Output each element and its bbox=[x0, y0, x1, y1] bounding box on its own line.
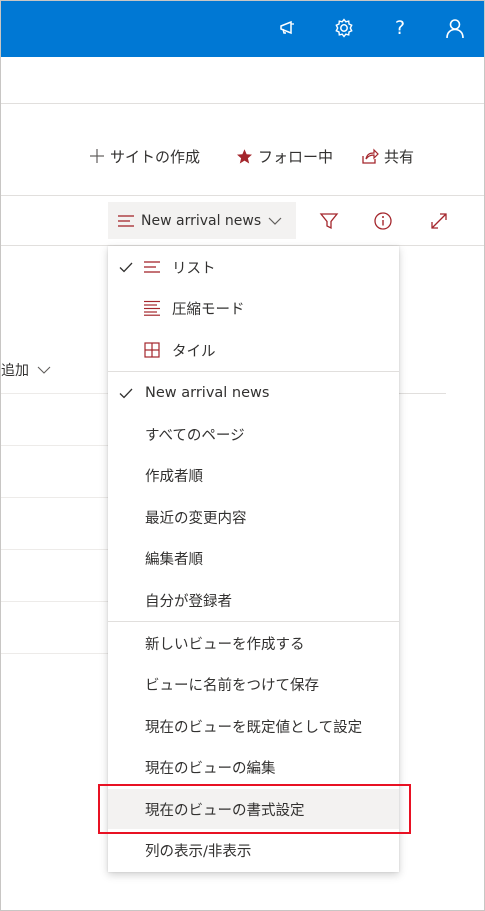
menu-item-layout-list[interactable]: リスト bbox=[108, 247, 399, 287]
chevron-down-icon bbox=[268, 216, 282, 226]
menu-item-save-view-as[interactable]: ビューに名前をつけて保存 bbox=[108, 664, 399, 704]
follow-action: フォロー中 bbox=[236, 141, 333, 171]
menu-item-label: 圧縮モード bbox=[172, 301, 245, 318]
menu-item-label: 自分が登録者 bbox=[145, 593, 232, 610]
app-window: ? サイトの作成 フォロー中 共有 New arrival news 追加 リス… bbox=[0, 0, 485, 911]
following-button[interactable]: フォロー中 bbox=[236, 146, 333, 167]
list-row-divider bbox=[1, 653, 111, 654]
menu-item-label: 編集者順 bbox=[145, 551, 203, 568]
compact-list-icon bbox=[143, 299, 161, 317]
share-label: 共有 bbox=[384, 147, 415, 166]
list-row-divider bbox=[1, 549, 111, 550]
suite-header: ? bbox=[1, 1, 484, 57]
star-icon bbox=[236, 148, 253, 165]
view-switcher-button[interactable]: New arrival news bbox=[108, 202, 296, 239]
command-bar-divider-top bbox=[1, 195, 484, 196]
menu-item-label: 作成者順 bbox=[145, 468, 203, 485]
hub-navigation-bar bbox=[1, 57, 484, 104]
checkmark-icon bbox=[118, 385, 134, 401]
share-button[interactable]: 共有 bbox=[361, 146, 414, 167]
menu-item-edit-current-view[interactable]: 現在のビューの編集 bbox=[108, 747, 399, 787]
menu-item-show-hide-columns[interactable]: 列の表示/非表示 bbox=[108, 830, 399, 870]
menu-item-label: 列の表示/非表示 bbox=[145, 843, 252, 860]
menu-divider bbox=[108, 371, 399, 372]
menu-item-label: 新しいビューを作成する bbox=[145, 636, 305, 653]
list-row-divider bbox=[1, 445, 111, 446]
chevron-down-icon bbox=[37, 365, 51, 375]
menu-divider bbox=[108, 621, 399, 622]
expand-icon[interactable] bbox=[426, 208, 452, 234]
menu-item-set-default-view[interactable]: 現在のビューを既定値として設定 bbox=[108, 706, 399, 746]
person-icon[interactable] bbox=[440, 13, 470, 43]
view-options-menu: リスト 圧縮モード タイル New arrival news すべてのページ 作… bbox=[108, 246, 399, 872]
menu-item-create-view[interactable]: 新しいビューを作成する bbox=[108, 623, 399, 663]
menu-item-layout-tiles[interactable]: タイル bbox=[108, 330, 399, 370]
menu-item-view-my-submissions[interactable]: 自分が登録者 bbox=[108, 580, 399, 620]
menu-item-label: タイル bbox=[172, 343, 216, 360]
menu-item-view-by-editor[interactable]: 編集者順 bbox=[108, 538, 399, 578]
list-view-icon bbox=[117, 214, 135, 228]
list-row-divider bbox=[1, 393, 111, 394]
menu-item-label: 現在のビューを既定値として設定 bbox=[145, 719, 363, 736]
megaphone-icon[interactable] bbox=[273, 13, 303, 43]
list-icon bbox=[143, 258, 161, 276]
list-row-divider bbox=[1, 497, 111, 498]
menu-item-format-current-view[interactable]: 現在のビューの書式設定 bbox=[108, 789, 399, 829]
plus-icon bbox=[89, 148, 105, 164]
menu-item-label: 現在のビューの編集 bbox=[145, 760, 276, 777]
tiles-icon bbox=[143, 341, 161, 359]
site-actions: サイトの作成 bbox=[89, 141, 200, 171]
menu-item-label: ビューに名前をつけて保存 bbox=[145, 677, 319, 694]
menu-item-label: すべてのページ bbox=[145, 427, 245, 444]
column-header-added[interactable]: 追加 bbox=[1, 358, 51, 382]
menu-item-label: New arrival news bbox=[145, 385, 270, 401]
list-row-divider bbox=[396, 393, 446, 394]
menu-item-label: 最近の変更内容 bbox=[145, 510, 247, 527]
gear-icon[interactable] bbox=[329, 13, 359, 43]
create-site-button[interactable]: サイトの作成 bbox=[89, 146, 200, 167]
help-icon[interactable]: ? bbox=[385, 13, 415, 43]
checkmark-icon bbox=[118, 259, 134, 275]
filter-icon[interactable] bbox=[316, 208, 342, 234]
menu-item-layout-compact[interactable]: 圧縮モード bbox=[108, 288, 399, 328]
info-icon[interactable] bbox=[370, 208, 396, 234]
share-action: 共有 bbox=[361, 141, 414, 171]
list-row-divider bbox=[1, 601, 111, 602]
help-label: ? bbox=[394, 17, 406, 39]
menu-item-view-recent-changes[interactable]: 最近の変更内容 bbox=[108, 497, 399, 537]
menu-item-view-new-arrival-news[interactable]: New arrival news bbox=[108, 373, 399, 413]
menu-item-label: 現在のビューの書式設定 bbox=[145, 802, 305, 819]
following-label: フォロー中 bbox=[258, 147, 334, 166]
menu-item-view-all-pages[interactable]: すべてのページ bbox=[108, 414, 399, 454]
view-switcher-label: New arrival news bbox=[141, 212, 262, 229]
share-icon bbox=[361, 148, 379, 164]
create-site-label: サイトの作成 bbox=[110, 147, 201, 166]
menu-item-label: リスト bbox=[172, 260, 216, 277]
menu-item-view-by-author[interactable]: 作成者順 bbox=[108, 455, 399, 495]
column-header-label: 追加 bbox=[1, 363, 29, 379]
